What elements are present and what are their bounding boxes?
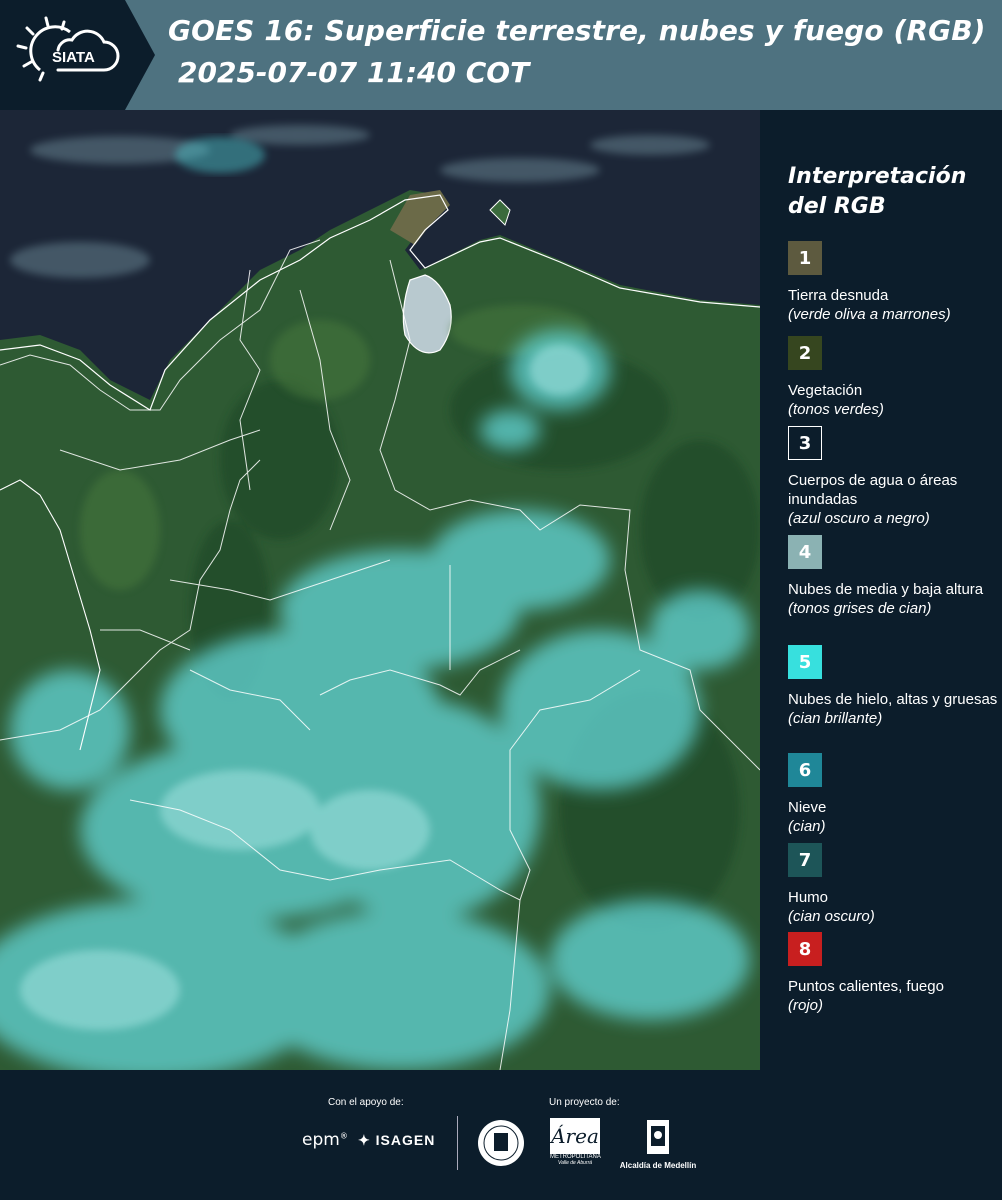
siata-logo: SIATA <box>0 0 155 110</box>
legend-item-7: 7 Humo (cian oscuro) <box>788 843 998 926</box>
legend-swatch: 5 <box>788 645 822 679</box>
legend-item-2: 2 Vegetación (tonos verdes) <box>788 336 998 419</box>
legend-swatch: 3 <box>788 426 822 460</box>
legend-swatch: 6 <box>788 753 822 787</box>
legend-swatch: 7 <box>788 843 822 877</box>
legend-swatch: 2 <box>788 336 822 370</box>
legend-description: (cian) <box>788 818 826 835</box>
legend-label: Puntos calientes, fuego <box>788 978 944 995</box>
page-title: GOES 16: Superficie terrestre, nubes y f… <box>168 14 986 47</box>
epm-logo: epm® <box>302 1130 348 1150</box>
legend-description: (tonos grises de cian) <box>788 600 932 617</box>
legend-item-5: 5 Nubes de hielo, altas y gruesas (cian br… <box>788 645 998 728</box>
legend-panel: Interpretación del RGB 1 Tierra desnuda (v… <box>776 110 1002 1070</box>
legend-description: (verde oliva a marrones) <box>788 306 951 323</box>
legend-description: (tonos verdes) <box>788 401 884 418</box>
legend-swatch: 1 <box>788 241 822 275</box>
legend-label: Cuerpos de agua o áreas inundadas <box>788 472 958 508</box>
legend-item-1: 1 Tierra desnuda (verde oliva a marrones) <box>788 241 998 324</box>
alcaldia-logo: Alcaldía de Medellín <box>613 1118 703 1170</box>
legend-label: Nubes de media y baja altura <box>788 581 984 598</box>
legend-label: Nubes de hielo, altas y gruesas <box>788 691 998 708</box>
header: SIATA GOES 16: Superficie terrestre, nub… <box>0 0 1002 110</box>
timestamp: 2025-07-07 11:40 COT <box>178 56 530 89</box>
legend-item-3: 3 Cuerpos de agua o áreas inundadas (azul … <box>788 426 998 528</box>
legend-swatch: 8 <box>788 932 822 966</box>
medellin-seal-logo <box>476 1118 526 1173</box>
footer: Con el apoyo de: Un proyecto de: epm® ✦ … <box>0 1070 1002 1200</box>
legend-item-8: 8 Puntos calientes, fuego (rojo) <box>788 932 998 1015</box>
legend-description: (cian brillante) <box>788 710 883 727</box>
satellite-map[interactable] <box>0 110 760 1070</box>
area-metropolitana-logo: Área METROPOLITANA Valle de Aburrá <box>550 1118 601 1166</box>
footer-divider <box>457 1116 458 1170</box>
legend-title: Interpretación del RGB <box>788 164 967 219</box>
project-label: Un proyecto de: <box>549 1097 620 1108</box>
legend-description: (azul oscuro a negro) <box>788 510 930 527</box>
legend-label: Humo <box>788 889 829 906</box>
legend-description: (cian oscuro) <box>788 908 875 925</box>
legend-item-6: 6 Nieve (cian) <box>788 753 998 836</box>
legend-swatch: 4 <box>788 535 822 569</box>
legend-item-4: 4 Nubes de media y baja altura (tonos gris… <box>788 535 998 618</box>
legend-description: (rojo) <box>788 997 824 1014</box>
legend-label: Nieve <box>788 799 827 816</box>
isagen-logo: ✦ ISAGEN <box>358 1132 436 1148</box>
legend-label: Tierra desnuda <box>788 287 889 304</box>
siata-logo-text: SIATA <box>52 49 95 66</box>
legend-label: Vegetación <box>788 382 863 399</box>
support-label: Con el apoyo de: <box>328 1097 404 1108</box>
